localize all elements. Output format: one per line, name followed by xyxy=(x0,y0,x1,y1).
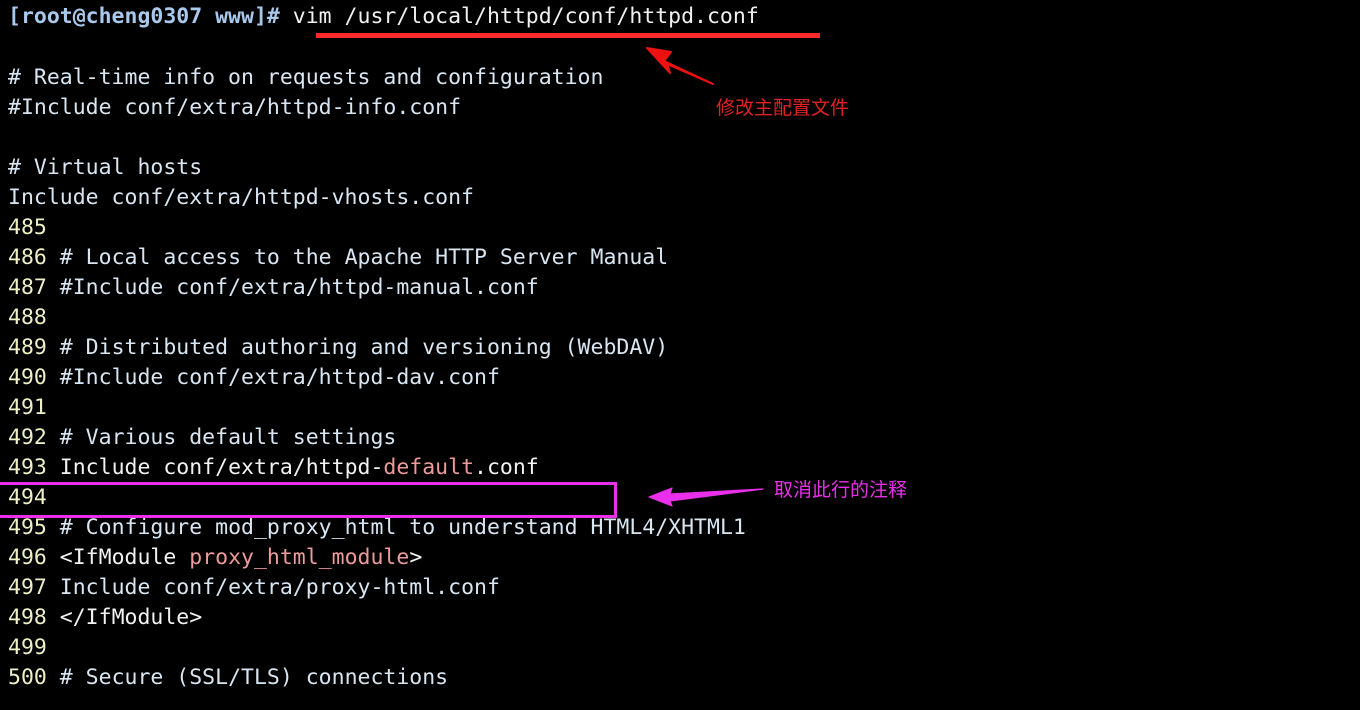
line-number: 499 xyxy=(8,635,47,660)
shell-command-text: vim /usr/local/httpd/conf/httpd.conf xyxy=(292,4,759,29)
line-number: 489 xyxy=(8,335,47,360)
scrollback-line: # Real-time info on requests and configu… xyxy=(0,63,1360,93)
editor-line: 495 # Configure mod_proxy_html to unders… xyxy=(0,513,1360,543)
line-number: 491 xyxy=(8,395,47,420)
editor-line: 490 #Include conf/extra/httpd-dav.conf xyxy=(0,363,1360,393)
line-text: #Include conf/extra/httpd-dav.conf xyxy=(59,365,500,390)
line-number: 494 xyxy=(8,485,47,510)
line-number: 490 xyxy=(8,365,47,390)
line-text: #Include conf/extra/httpd-manual.conf xyxy=(59,275,539,300)
line-number: 492 xyxy=(8,425,47,450)
editor-line: 494 xyxy=(0,483,1360,513)
line-text: </IfModule> xyxy=(59,605,203,630)
line-text-token: proxy_html_module xyxy=(189,545,410,570)
editor-line: 499 xyxy=(0,633,1360,663)
terminal-window: [root@cheng0307 www]# vim /usr/local/htt… xyxy=(0,0,1360,710)
editor-line-partial: 500 # Secure (SSL/TLS) connections xyxy=(0,663,1360,693)
editor-line: 486 # Local access to the Apache HTTP Se… xyxy=(0,243,1360,273)
line-number: 493 xyxy=(8,455,47,480)
editor-line: 489 # Distributed authoring and versioni… xyxy=(0,333,1360,363)
scrollback-line: #Include conf/extra/httpd-info.conf xyxy=(0,93,1360,123)
line-number: 496 xyxy=(8,545,47,570)
line-text: # Local access to the Apache HTTP Server… xyxy=(59,245,669,270)
line-text: Include conf/extra/proxy-html.conf xyxy=(59,575,500,600)
scrollback-text: #Include conf/extra/httpd-info.conf xyxy=(8,95,462,120)
editor-line-highlighted: 493 Include conf/extra/httpd-default.con… xyxy=(0,453,1360,483)
line-text-post: > xyxy=(409,545,423,570)
line-number: 498 xyxy=(8,605,47,630)
line-text: # Configure mod_proxy_html to understand… xyxy=(59,515,746,540)
line-number: 487 xyxy=(8,275,47,300)
line-number: 495 xyxy=(8,515,47,540)
shell-prompt-line: [root@cheng0307 www]# vim /usr/local/htt… xyxy=(0,0,1360,33)
line-number: 486 xyxy=(8,245,47,270)
line-text: # Various default settings xyxy=(59,425,397,450)
line-text: # Secure (SSL/TLS) connections xyxy=(59,665,449,690)
line-number: 488 xyxy=(8,305,47,330)
editor-line: 496 <IfModule proxy_html_module> xyxy=(0,543,1360,573)
editor-line: 497 Include conf/extra/proxy-html.conf xyxy=(0,573,1360,603)
editor-line: 491 xyxy=(0,393,1360,423)
scrollback-line: Include conf/extra/httpd-vhosts.conf xyxy=(0,183,1360,213)
editor-line: 492 # Various default settings xyxy=(0,423,1360,453)
terminal-text-area[interactable]: [root@cheng0307 www]# vim /usr/local/htt… xyxy=(0,0,1360,693)
shell-prompt: [root@cheng0307 www]# xyxy=(8,4,280,29)
scrollback-line xyxy=(0,123,1360,153)
line-number: 497 xyxy=(8,575,47,600)
line-text: # Distributed authoring and versioning (… xyxy=(59,335,669,360)
editor-line: 498 </IfModule> xyxy=(0,603,1360,633)
scrollback-text: Include conf/extra/httpd-vhosts.conf xyxy=(8,185,474,210)
line-text-pre: <IfModule xyxy=(59,545,190,570)
line-text-token: default xyxy=(383,455,475,480)
line-number: 500 xyxy=(8,665,47,690)
editor-line: 485 xyxy=(0,213,1360,243)
line-text-post: .conf xyxy=(474,455,539,480)
scrollback-text: # Real-time info on requests and configu… xyxy=(8,65,604,90)
editor-line: 487 #Include conf/extra/httpd-manual.con… xyxy=(0,273,1360,303)
line-number: 485 xyxy=(8,215,47,240)
scrollback-line: # Virtual hosts xyxy=(0,153,1360,183)
line-text-pre: Include conf/extra/httpd- xyxy=(59,455,384,480)
scrollback-text: # Virtual hosts xyxy=(8,155,203,180)
shell-command xyxy=(280,4,293,29)
editor-line: 488 xyxy=(0,303,1360,333)
